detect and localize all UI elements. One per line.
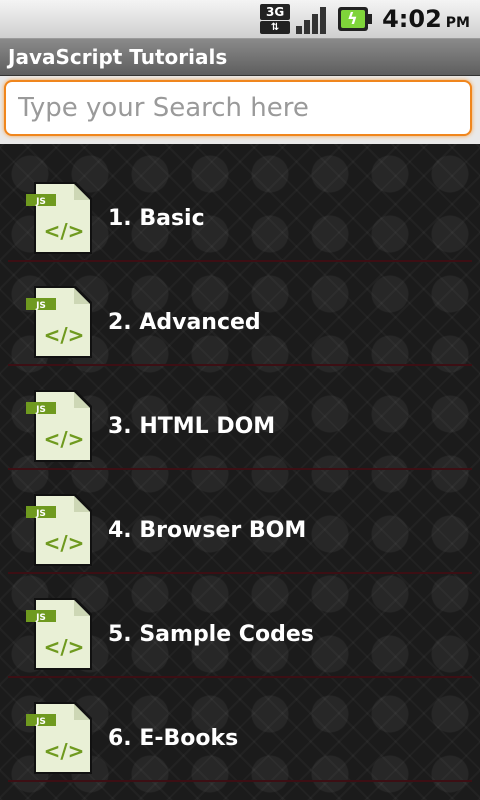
list-item-e-books[interactable]: JS </> 6. E-Books: [8, 678, 472, 782]
js-badge: JS: [35, 509, 46, 519]
clock-ampm: PM: [445, 15, 470, 31]
list-item-label: 5. Sample Codes: [108, 622, 314, 647]
list-item-label: 1. Basic: [108, 206, 205, 231]
status-icons: 3G ⇅ ϟ 4:02 PM: [260, 0, 480, 38]
list-item-browser-bom[interactable]: JS </> 4. Browser BOM: [8, 470, 472, 574]
status-bar: 3G ⇅ ϟ 4:02 PM: [0, 0, 480, 39]
list-item-advanced[interactable]: JS </> 2. Advanced: [8, 262, 472, 366]
title-bar: JavaScript Tutorials: [0, 39, 480, 76]
js-file-icon: JS </>: [26, 702, 92, 774]
js-badge: JS: [35, 717, 46, 727]
clock-time: 4:02: [382, 5, 442, 33]
code-glyph: </>: [44, 427, 85, 451]
js-badge: JS: [35, 301, 46, 311]
js-badge: JS: [35, 613, 46, 623]
3g-data-icon: 3G ⇅: [260, 4, 291, 34]
search-area: [0, 76, 480, 144]
list-item-label: 4. Browser BOM: [108, 518, 307, 543]
js-file-icon: JS </>: [26, 182, 92, 254]
js-badge: JS: [35, 197, 46, 207]
list-item-label: 3. HTML DOM: [108, 414, 276, 439]
js-file-icon: JS </>: [26, 494, 92, 566]
tutorial-list: JS </> 1. Basic JS </> 2. Advanced JS </…: [0, 144, 480, 800]
code-glyph: </>: [44, 739, 85, 763]
js-file-icon: JS </>: [26, 286, 92, 358]
signal-strength-icon: [296, 4, 328, 34]
search-input[interactable]: [16, 82, 460, 134]
code-glyph: </>: [44, 531, 85, 555]
list-item-sample-codes[interactable]: JS </> 5. Sample Codes: [8, 574, 472, 678]
battery-charging-icon: ϟ: [338, 7, 373, 31]
code-glyph: </>: [44, 219, 85, 243]
code-glyph: </>: [44, 635, 85, 659]
data-arrows-icon: ⇅: [260, 21, 291, 34]
list-item-label: 2. Advanced: [108, 310, 261, 335]
list-item-basic[interactable]: JS </> 1. Basic: [8, 158, 472, 262]
app-title: JavaScript Tutorials: [8, 45, 228, 69]
js-badge: JS: [35, 405, 46, 415]
list-item-html-dom[interactable]: JS </> 3. HTML DOM: [8, 366, 472, 470]
network-type-label: 3G: [260, 4, 291, 20]
js-file-icon: JS </>: [26, 390, 92, 462]
list-item-label: 6. E-Books: [108, 726, 239, 751]
search-box[interactable]: [4, 80, 472, 136]
code-glyph: </>: [44, 323, 85, 347]
js-file-icon: JS </>: [26, 598, 92, 670]
